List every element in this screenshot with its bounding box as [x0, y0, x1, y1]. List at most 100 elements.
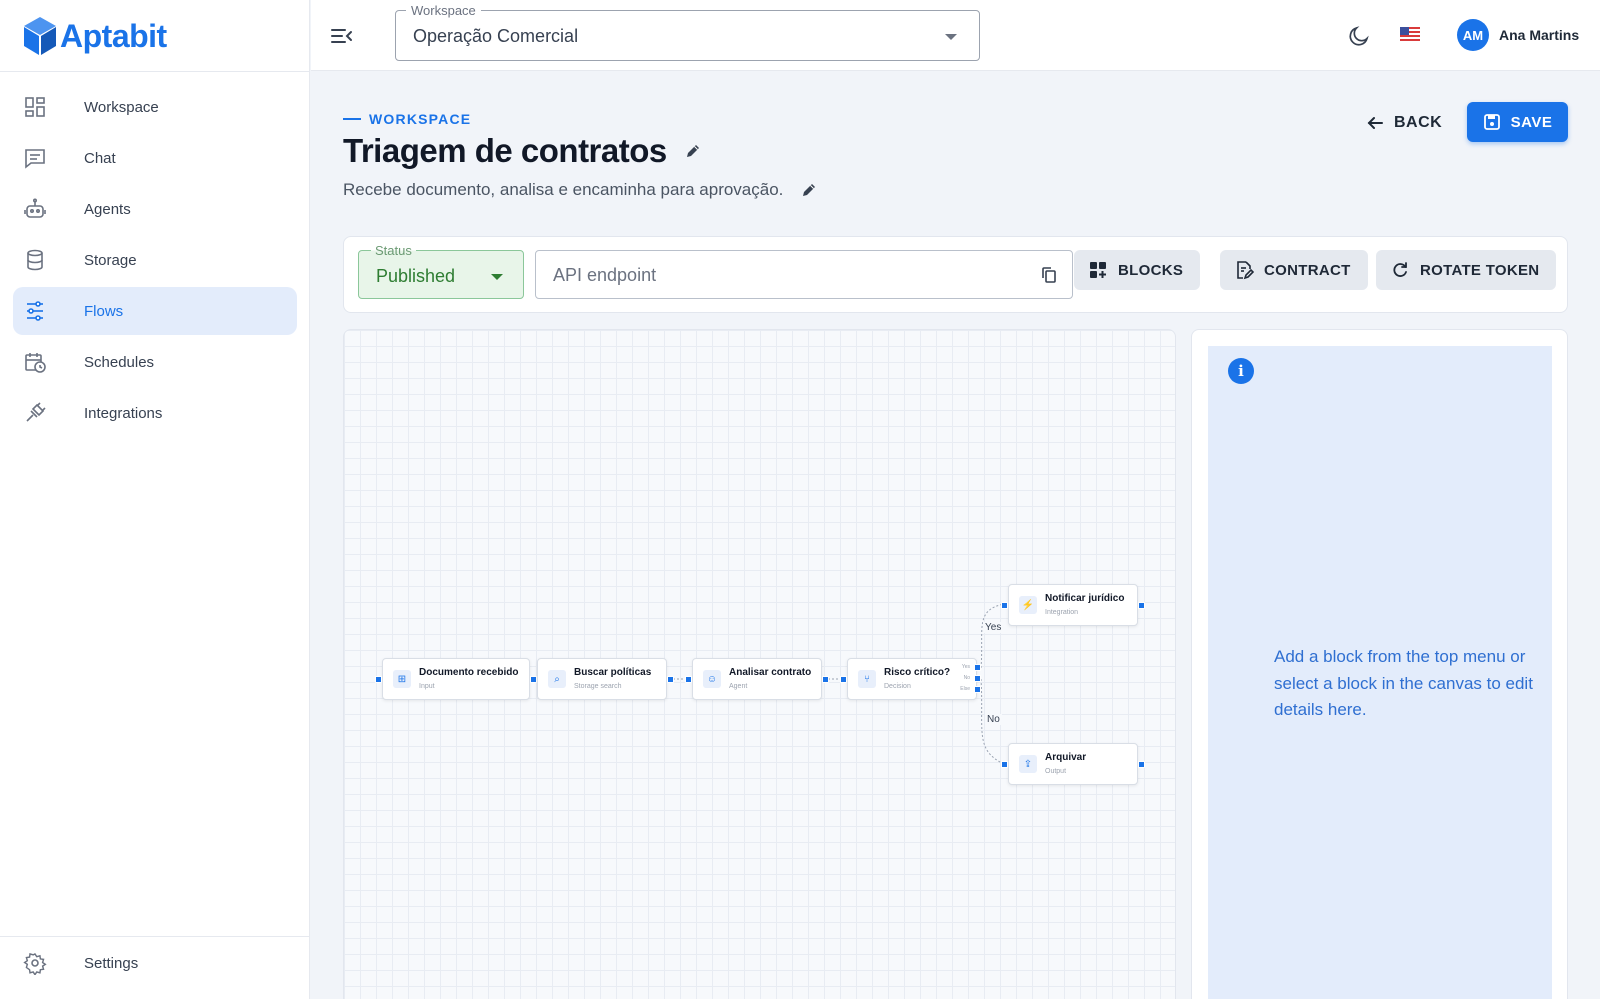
blocks-icon — [1090, 262, 1106, 278]
node-output-port[interactable] — [1138, 602, 1145, 609]
brand-logo[interactable]: Aptabit — [22, 16, 167, 56]
sidebar-item-label: Integrations — [84, 404, 163, 422]
node-output-port[interactable] — [1138, 761, 1145, 768]
edit-title-icon[interactable] — [685, 143, 701, 159]
plug-icon — [23, 401, 47, 425]
details-panel: i Add a block from the top menu or selec… — [1191, 329, 1568, 999]
flow-icon — [23, 299, 47, 323]
api-endpoint-field[interactable] — [535, 250, 1073, 299]
node-input-port[interactable] — [1001, 602, 1008, 609]
status-select-label: Status — [371, 243, 416, 258]
info-icon: i — [1228, 358, 1254, 384]
flow-node-input[interactable]: ⊞ Documento recebido Input — [375, 658, 537, 700]
back-label: BACK — [1394, 114, 1443, 131]
node-title: Buscar políticas — [574, 667, 652, 678]
input-icon: ⊞ — [393, 670, 411, 688]
workspace-select-value: Operação Comercial — [413, 26, 579, 46]
plug-icon: ⚡ — [1019, 596, 1037, 614]
node-output-port[interactable] — [530, 676, 537, 683]
contract-label: CONTRACT — [1264, 261, 1351, 279]
node-input-port[interactable] — [685, 676, 692, 683]
user-menu[interactable]: AM Ana Martins — [1457, 19, 1579, 51]
breadcrumb: WORKSPACE — [343, 111, 471, 127]
blocks-label: BLOCKS — [1118, 261, 1184, 279]
database-icon — [23, 248, 47, 272]
sidebar-item-label: Schedules — [84, 353, 155, 371]
arrow-left-icon — [1367, 117, 1383, 129]
back-button[interactable]: BACK — [1366, 108, 1442, 138]
node-input-port[interactable] — [375, 676, 382, 683]
flow-node-storage-search[interactable]: ⌕ Buscar políticas Storage search — [537, 658, 674, 700]
node-title: Analisar contrato — [729, 667, 812, 678]
cube-logo-icon — [24, 17, 56, 55]
gear-icon — [23, 951, 47, 975]
sidebar-divider — [0, 936, 310, 937]
port-label-no: No — [963, 675, 970, 681]
subtitle-row: Recebe documento, analisa e encaminha pa… — [343, 180, 817, 200]
node-type: Input — [419, 683, 435, 690]
node-output-port[interactable] — [822, 676, 829, 683]
node-output-port-no[interactable] — [974, 675, 981, 682]
contract-button[interactable]: CONTRACT — [1220, 250, 1368, 290]
port-label-else: Else — [960, 686, 970, 692]
workspace-select-label: Workspace — [406, 3, 481, 18]
status-select[interactable]: Status Published — [358, 243, 524, 299]
sidebar-item-agents[interactable]: Agents — [13, 185, 297, 233]
copy-icon[interactable] — [1040, 266, 1058, 284]
floppy-icon — [1483, 114, 1500, 130]
flow-node-agent[interactable]: ☺ Analisar contrato Agent — [685, 658, 829, 700]
sidebar-item-storage[interactable]: Storage — [13, 236, 297, 284]
node-title: Documento recebido — [419, 667, 519, 678]
node-type: Storage search — [574, 683, 622, 690]
eyebrow-line — [343, 118, 361, 120]
node-output-port-else[interactable] — [974, 686, 981, 693]
output-icon: ⇪ — [1019, 755, 1037, 773]
sidebar-item-flows[interactable]: Flows — [13, 287, 297, 335]
node-type: Integration — [1045, 609, 1079, 616]
node-type: Decision — [884, 683, 911, 690]
title-row: Triagem de contratos — [343, 132, 701, 170]
node-input-port[interactable] — [840, 676, 847, 683]
node-title: Notificar jurídico — [1045, 593, 1125, 604]
flow-node-decision[interactable]: ⑂ Risco crítico? Decision Yes No Else — [840, 658, 981, 700]
search-doc-icon: ⌕ — [548, 670, 566, 688]
refresh-icon — [1393, 262, 1407, 277]
status-select-value: Published — [376, 266, 456, 286]
flow-node-integration[interactable]: ⚡ Notificar jurídico Integration — [1001, 584, 1145, 626]
edge-label-yes: Yes — [983, 622, 1004, 633]
user-name: Ana Martins — [1499, 27, 1580, 43]
menu-collapse-icon[interactable] — [329, 24, 355, 48]
flow-node-output[interactable]: ⇪ Arquivar Output — [1001, 743, 1145, 785]
sidebar-item-chat[interactable]: Chat — [13, 134, 297, 182]
sidebar-item-label: Flows — [84, 302, 124, 320]
sidebar-item-schedules[interactable]: Schedules — [13, 338, 297, 386]
node-input-port[interactable] — [1001, 761, 1008, 768]
sidebar-nav: Workspace Chat Agents Storage Flows Sche… — [13, 83, 297, 440]
save-label: SAVE — [1510, 113, 1553, 131]
workspace-select[interactable]: Workspace Operação Comercial — [395, 3, 980, 61]
dashboard-icon — [23, 95, 47, 119]
sidebar-item-integrations[interactable]: Integrations — [13, 389, 297, 437]
sidebar-item-settings[interactable]: Settings — [23, 948, 138, 978]
save-button[interactable]: SAVE — [1467, 102, 1568, 142]
rotate-token-label: ROTATE TOKEN — [1420, 261, 1540, 279]
node-output-port-yes[interactable] — [974, 664, 981, 671]
eyebrow-text: WORKSPACE — [369, 111, 472, 127]
flow-canvas[interactable]: ⊞ Documento recebido Input ⌕ Buscar polí… — [343, 329, 1176, 999]
sidebar-item-workspace[interactable]: Workspace — [13, 83, 297, 131]
api-endpoint-input[interactable] — [553, 265, 1023, 286]
brand-name: Aptabit — [60, 17, 167, 54]
node-output-port[interactable] — [667, 676, 674, 683]
chevron-down-icon — [945, 34, 957, 40]
edit-subtitle-icon[interactable] — [801, 182, 817, 198]
node-title: Arquivar — [1045, 752, 1087, 763]
document-edit-icon — [1237, 261, 1254, 280]
us-flag-icon[interactable] — [1400, 27, 1420, 41]
blocks-button[interactable]: BLOCKS — [1074, 250, 1201, 290]
sidebar-item-label: Workspace — [84, 98, 159, 116]
node-type: Agent — [729, 683, 748, 690]
moon-icon[interactable] — [1347, 24, 1371, 48]
flow-toolbar: Status Published BLOCKS CONTRACT ROTATE … — [343, 236, 1568, 313]
rotate-token-button[interactable]: ROTATE TOKEN — [1376, 250, 1557, 290]
edge-label-no: No — [985, 714, 1002, 725]
